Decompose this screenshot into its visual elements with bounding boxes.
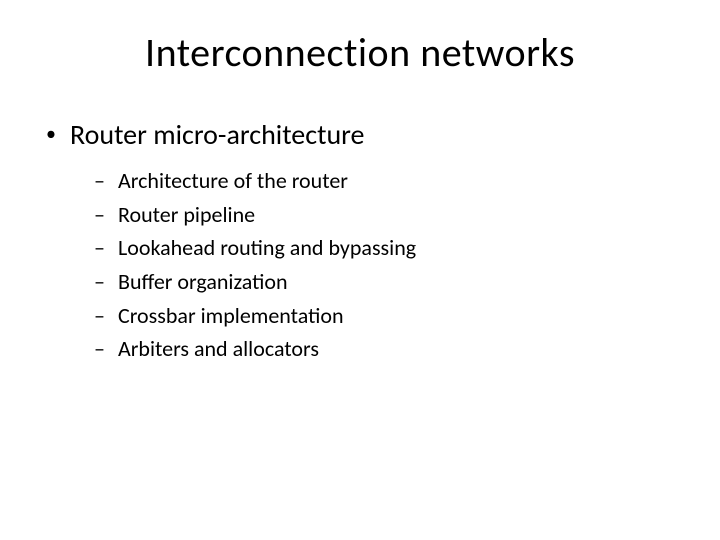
dash-icon: – — [94, 200, 118, 230]
sub-bullet-text: Crossbar implementation — [118, 301, 344, 331]
bullet-dot-icon: • — [46, 117, 70, 151]
sub-bullet-item: – Architecture of the router — [94, 166, 680, 196]
sub-bullet-text: Buffer organization — [118, 267, 288, 297]
dash-icon: – — [94, 301, 118, 331]
dash-icon: – — [94, 267, 118, 297]
slide-title: Interconnection networks — [40, 28, 680, 77]
sub-bullet-item: – Lookahead routing and bypassing — [94, 233, 680, 263]
sub-bullet-text: Router pipeline — [118, 200, 255, 230]
sub-bullet-text: Architecture of the router — [118, 166, 348, 196]
sub-bullet-list: – Architecture of the router – Router pi… — [40, 166, 680, 364]
slide: Interconnection networks • Router micro-… — [0, 0, 720, 540]
dash-icon: – — [94, 233, 118, 263]
sub-bullet-text: Arbiters and allocators — [118, 334, 319, 364]
sub-bullet-item: – Crossbar implementation — [94, 301, 680, 331]
bullet-main-text: Router micro-architecture — [70, 117, 365, 152]
sub-bullet-item: – Arbiters and allocators — [94, 334, 680, 364]
sub-bullet-item: – Buffer organization — [94, 267, 680, 297]
dash-icon: – — [94, 334, 118, 364]
dash-icon: – — [94, 166, 118, 196]
bullet-main: • Router micro-architecture — [46, 117, 680, 152]
sub-bullet-text: Lookahead routing and bypassing — [118, 233, 416, 263]
sub-bullet-item: – Router pipeline — [94, 200, 680, 230]
